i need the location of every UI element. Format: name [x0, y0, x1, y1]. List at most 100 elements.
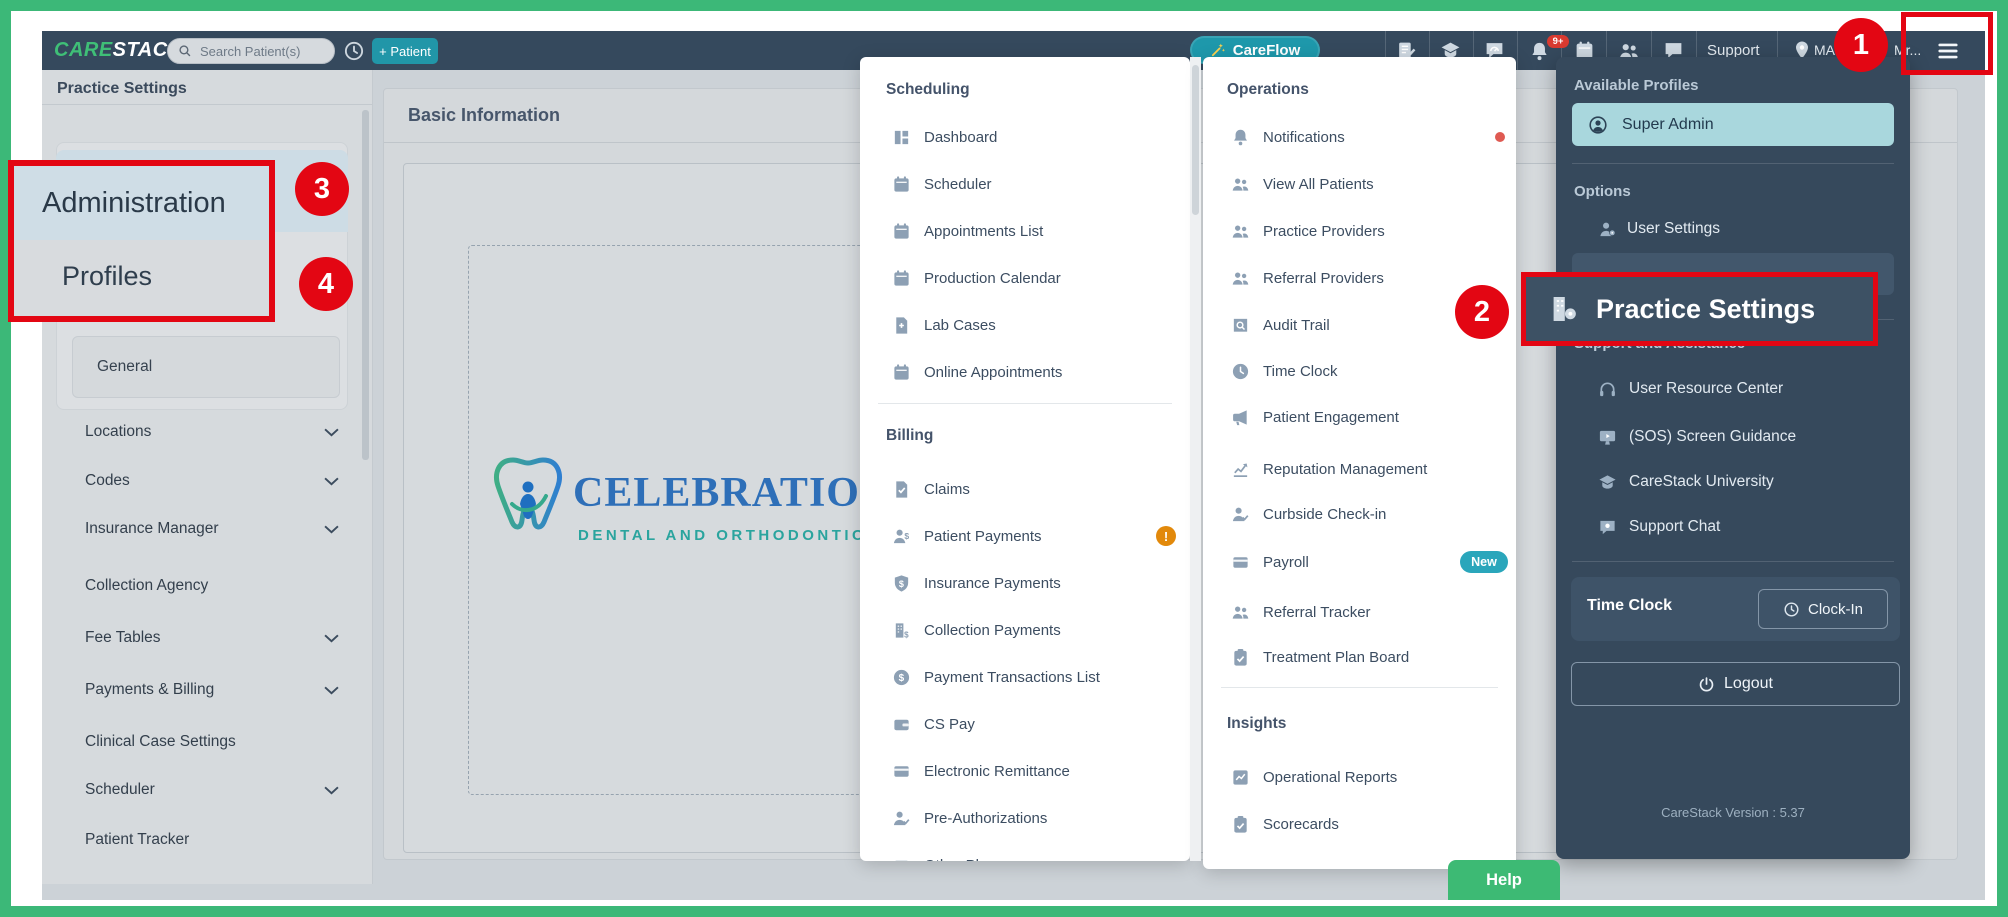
menu-item-lab-cases[interactable]: Lab Cases [860, 309, 1190, 341]
notification-dot [1495, 132, 1505, 142]
clock-in-button[interactable]: Clock-In [1758, 589, 1888, 629]
menu-item-referral-tracker[interactable]: Referral Tracker [1203, 596, 1516, 628]
patient-payments-icon [892, 527, 911, 546]
menu-item-production-calendar[interactable]: Production Calendar [860, 262, 1190, 294]
menu-item-curbside-check-in[interactable]: Curbside Check-in [1203, 498, 1516, 530]
new-badge: New [1460, 551, 1508, 573]
collection-payments-icon [892, 621, 911, 640]
time-clock-card: Time Clock Clock-In [1571, 577, 1900, 641]
patient-search[interactable] [167, 38, 335, 64]
menu-item-dashboard[interactable]: Dashboard [860, 121, 1190, 153]
sidebar-item-locations[interactable]: Locations [42, 415, 372, 449]
scrollbar-thumb[interactable] [1192, 65, 1199, 215]
add-patient-button[interactable]: + Patient [372, 38, 438, 64]
divider [1572, 561, 1894, 562]
profile-super-admin[interactable]: Super Admin [1572, 103, 1894, 146]
divider [1221, 687, 1498, 688]
menu-item-cs-pay[interactable]: CS Pay [860, 708, 1190, 740]
menu-item-support-chat[interactable]: Support Chat [1556, 510, 1910, 544]
menu-item-online-appointments[interactable]: Online Appointments [860, 356, 1190, 388]
menu-item-carestack-university[interactable]: CareStack University [1556, 465, 1910, 499]
divider [1572, 163, 1894, 164]
sidebar-title: Practice Settings [57, 80, 187, 98]
sidebar-item-patient-tracker[interactable]: Patient Tracker [42, 823, 372, 857]
menu-item-insurance-payments[interactable]: Insurance Payments [860, 567, 1190, 599]
menu-item-patient-engagement[interactable]: Patient Engagement [1203, 401, 1516, 433]
menu-item-payment-transactions-list[interactable]: Payment Transactions List [860, 661, 1190, 693]
headset-icon [1598, 380, 1617, 399]
support-chat-icon [1598, 518, 1617, 537]
practice-tagline: DENTAL AND ORTHODONTICS [578, 527, 880, 544]
menu-item-scheduler[interactable]: Scheduler [860, 168, 1190, 200]
menu-item-reputation-management[interactable]: Reputation Management [1203, 453, 1516, 485]
patient-engagement-icon [1231, 408, 1250, 427]
menu-item-practice-providers[interactable]: Practice Providers [1203, 215, 1516, 247]
menu-item-user-settings[interactable]: User Settings [1556, 212, 1910, 246]
electronic-remittance-icon [892, 762, 911, 781]
recent-patients-icon[interactable] [343, 40, 365, 62]
curbside-check-in-icon [1231, 505, 1250, 524]
sidebar-item-codes[interactable]: Codes [42, 464, 372, 498]
menu-item-user-resource-center[interactable]: User Resource Center [1556, 372, 1910, 406]
menu-item-claims[interactable]: Claims [860, 473, 1190, 505]
menu-item-sos-screen-guidance[interactable]: (SOS) Screen Guidance [1556, 420, 1910, 454]
help-button[interactable]: Help [1448, 860, 1560, 900]
menu-item-view-all-patients[interactable]: View All Patients [1203, 168, 1516, 200]
menu-item-other-plans[interactable]: Other Plans [860, 849, 1190, 861]
payroll-icon [1231, 553, 1250, 572]
sidebar-item-general[interactable]: General [72, 336, 340, 398]
annotation-step-2: 2 [1455, 285, 1509, 339]
location-label[interactable]: MA [1814, 42, 1835, 58]
search-input[interactable] [198, 43, 322, 60]
search-icon [178, 44, 192, 58]
menu-item-scorecards[interactable]: Scorecards [1203, 808, 1516, 840]
section-title-scheduling: Scheduling [886, 81, 970, 99]
carestack-logo[interactable]: CARESTACK [54, 39, 183, 62]
menu-item-pre-authorizations[interactable]: Pre-Authorizations [860, 802, 1190, 834]
chevron-down-icon [324, 525, 339, 534]
annotation-box-1-hamburger [1901, 12, 1993, 75]
scheduler-icon [892, 175, 911, 194]
section-title-operations: Operations [1227, 81, 1309, 99]
chevron-down-icon [324, 477, 339, 486]
sidebar-item-fee-tables[interactable]: Fee Tables [42, 621, 372, 655]
sidebar-item-collection-agency[interactable]: Collection Agency [42, 569, 372, 603]
menu-item-collection-payments[interactable]: Collection Payments [860, 614, 1190, 646]
menu-item-patient-payments[interactable]: Patient Payments [860, 520, 1190, 552]
menu-item-treatment-plan-board[interactable]: Treatment Plan Board [1203, 641, 1516, 673]
logout-button[interactable]: Logout [1571, 662, 1900, 706]
view-all-patients-icon [1231, 175, 1250, 194]
graduation-cap-icon [1598, 473, 1617, 492]
screenshot-stage: CARESTACK + Patient CareFlow [0, 0, 2008, 917]
section-title-billing: Billing [886, 427, 933, 445]
menu-item-appointments-list[interactable]: Appointments List [860, 215, 1190, 247]
sidebar-item-clinical-case-settings[interactable]: Clinical Case Settings [42, 725, 372, 759]
production-calendar-icon [892, 269, 911, 288]
menu-scrollbar[interactable] [1190, 57, 1201, 861]
menu-item-notifications[interactable]: Notifications [1203, 121, 1516, 153]
page-title: Basic Information [408, 105, 560, 126]
mega-menu-left-column: Scheduling Dashboard Scheduler Appointme… [860, 57, 1190, 861]
section-title-available-profiles: Available Profiles [1574, 77, 1699, 94]
sidebar-scrollbar[interactable] [362, 110, 369, 460]
referral-providers-icon [1231, 269, 1250, 288]
divider [1517, 31, 1518, 70]
annotation-administration: Administration [14, 166, 269, 240]
sidebar-item-insurance-manager[interactable]: Insurance Manager [42, 512, 372, 546]
menu-item-time-clock[interactable]: Time Clock [1203, 355, 1516, 387]
practice-providers-icon [1231, 222, 1250, 241]
divider [878, 403, 1172, 404]
annotation-step-1: 1 [1834, 18, 1888, 72]
sidebar-item-payments-billing[interactable]: Payments & Billing [42, 673, 372, 707]
divider [42, 104, 372, 105]
time-clock-icon [1231, 362, 1250, 381]
menu-item-electronic-remittance[interactable]: Electronic Remittance [860, 755, 1190, 787]
sidebar-item-scheduler[interactable]: Scheduler [42, 773, 372, 807]
annotation-profiles: Profiles [62, 261, 152, 292]
chevron-down-icon [324, 634, 339, 643]
clock-icon [1783, 601, 1800, 618]
menu-item-operational-reports[interactable]: Operational Reports [1203, 761, 1516, 793]
profile-menu-panel: Available Profiles Super Admin Options U… [1556, 57, 1910, 859]
claims-icon [892, 480, 911, 499]
annotation-step-3: 3 [295, 162, 349, 216]
